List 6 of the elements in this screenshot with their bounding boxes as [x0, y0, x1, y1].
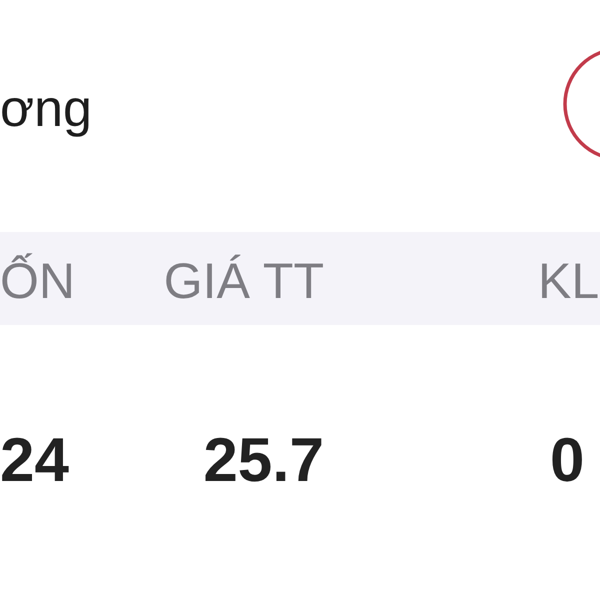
- table-cell: 25.7: [203, 430, 324, 492]
- table-cell: 24: [0, 430, 69, 492]
- column-header: GIÁ TT: [164, 256, 324, 306]
- header-title: ơng: [0, 83, 92, 135]
- table-cell: 0: [550, 430, 584, 492]
- column-header: KL: [538, 256, 600, 306]
